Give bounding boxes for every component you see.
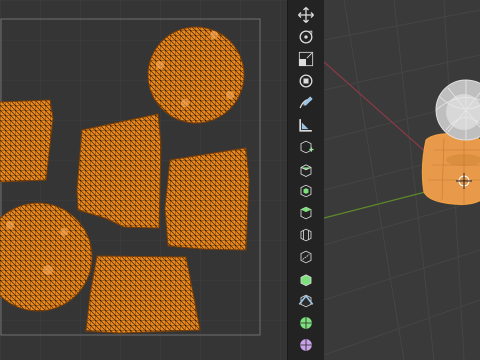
panel-right-island[interactable]	[164, 147, 250, 251]
transform-icon	[299, 74, 313, 88]
loop-cut-icon	[300, 228, 312, 242]
bevel-icon	[300, 206, 312, 220]
panel-middle-island[interactable]	[76, 113, 162, 229]
move-icon	[298, 7, 314, 23]
tool-button-spin[interactable]	[294, 289, 318, 313]
tool-button-inset[interactable]	[294, 179, 318, 203]
tool-button-shrink-fatten[interactable]	[294, 333, 318, 357]
3d-viewport[interactable]	[324, 0, 480, 360]
wire-sphere-object[interactable]	[435, 79, 480, 141]
panel-left-island[interactable]	[0, 99, 54, 183]
knife-icon	[300, 250, 312, 264]
extrude-icon	[300, 164, 312, 177]
viewport-canvas[interactable]	[324, 0, 480, 360]
tool-button-measure[interactable]	[294, 113, 318, 137]
tool-shelf	[287, 0, 325, 360]
selected-mesh-object[interactable]	[421, 133, 480, 205]
tool-button-scale[interactable]	[294, 47, 318, 71]
tool-button-smooth[interactable]	[294, 311, 318, 335]
tool-button-transform[interactable]	[294, 69, 318, 93]
poly-build-icon	[300, 274, 312, 287]
tool-button-bevel[interactable]	[294, 201, 318, 225]
scale-icon	[298, 51, 314, 67]
shrink-fatten-icon	[300, 339, 312, 351]
panel-bottom-island[interactable]	[85, 255, 201, 334]
uv-editor[interactable]	[0, 0, 287, 360]
tool-button-annotate[interactable]	[294, 91, 318, 115]
measure-icon	[299, 119, 312, 132]
tool-button-loop-cut[interactable]	[294, 223, 318, 247]
tool-button-move[interactable]	[294, 3, 318, 27]
tool-button-extrude[interactable]	[294, 157, 318, 181]
tool-button-poly-build[interactable]	[294, 267, 318, 291]
uv-canvas[interactable]	[0, 0, 287, 360]
sphere-top-island[interactable]	[147, 26, 245, 124]
tool-button-rotate[interactable]	[294, 25, 318, 49]
annotate-icon	[299, 96, 313, 109]
smooth-icon	[300, 317, 312, 329]
add-cube-icon	[300, 140, 314, 154]
inset-icon	[300, 184, 312, 198]
rotate-icon	[299, 30, 313, 44]
spin-icon	[298, 294, 314, 308]
tool-button-add-cube[interactable]	[294, 135, 318, 159]
tool-button-knife[interactable]	[294, 245, 318, 269]
